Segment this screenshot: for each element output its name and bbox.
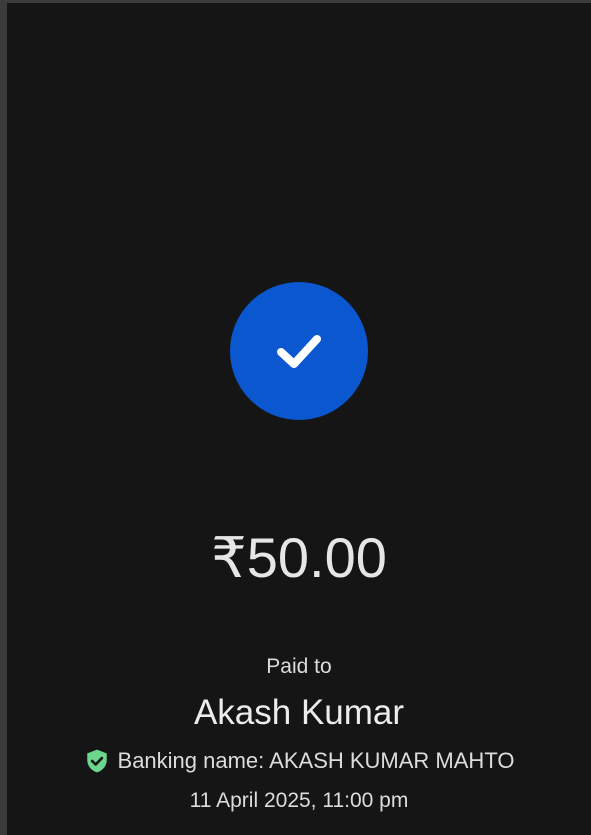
banking-name-row: Banking name: AKASH KUMAR MAHTO bbox=[7, 748, 591, 774]
success-check-icon bbox=[230, 282, 368, 420]
payment-amount: ₹50.00 bbox=[211, 526, 387, 589]
payment-success-screen: ₹50.00 Paid to Akash Kumar Banking name:… bbox=[7, 3, 591, 835]
verified-shield-icon bbox=[84, 748, 110, 774]
paid-to-label: Paid to bbox=[266, 655, 332, 678]
check-icon bbox=[277, 335, 321, 368]
payee-name: Akash Kumar bbox=[193, 693, 405, 732]
window-frame: ₹50.00 Paid to Akash Kumar Banking name:… bbox=[0, 0, 591, 835]
payment-timestamp: 11 April 2025, 11:00 pm bbox=[189, 789, 409, 812]
banking-name-text: Banking name: AKASH KUMAR MAHTO bbox=[117, 748, 515, 773]
